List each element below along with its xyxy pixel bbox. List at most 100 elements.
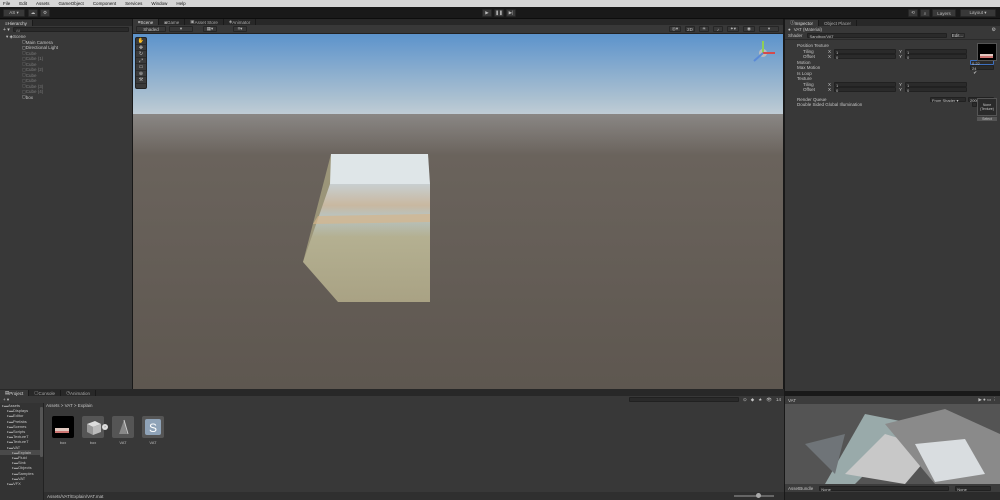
tab-scene-label: Scene: [140, 19, 154, 25]
hierarchy-item-label: Cube: [25, 78, 37, 84]
preview-controls-icon[interactable]: ▶ ● ▭ ⋮: [978, 397, 997, 403]
asset-thumb-box-texture[interactable]: [52, 416, 74, 438]
effects-icon[interactable]: ✦▾: [727, 26, 739, 32]
tab-object-placer-label: Object Placer: [824, 20, 852, 26]
project-toolbar: + ▾ ⊙ ◆ ★ 👁 14: [0, 396, 784, 403]
offset-x-input[interactable]: 0: [834, 54, 897, 60]
tab-animation[interactable]: ◷ Animation: [61, 390, 97, 396]
motion-label: Motion: [797, 59, 811, 65]
folder-item[interactable]: ▸▬ VFX: [0, 481, 43, 486]
settings-gear-icon[interactable]: ⚙: [992, 27, 996, 33]
menu-bar: File Edit Assets GameObject Component Se…: [0, 0, 1000, 7]
tab-animator-label: Animator: [232, 19, 251, 25]
menu-edit[interactable]: Edit: [19, 1, 27, 6]
menu-help[interactable]: Help: [176, 1, 185, 6]
asset-label-box-mesh: box: [89, 440, 97, 445]
hierarchy-toolbar: + ▾ All: [0, 26, 132, 33]
mode-2d-button[interactable]: 2D: [685, 26, 695, 32]
scene-viewport[interactable]: [133, 34, 783, 389]
cloud-icon[interactable]: ☁: [28, 9, 38, 17]
menu-file[interactable]: File: [3, 1, 10, 6]
project-breadcrumb: Assets > VAT > Explain: [46, 403, 93, 409]
hidden-packages-icon[interactable]: 👁: [766, 397, 772, 403]
play-button[interactable]: ▶: [482, 9, 492, 17]
filter-type-icon[interactable]: ⊙: [743, 397, 747, 403]
texture-thumbnail-icon: [55, 428, 69, 433]
scene-settings-icon[interactable]: ▦▾: [203, 26, 217, 32]
hidden-objects-icon[interactable]: ◉: [743, 26, 755, 32]
position-texture-slot[interactable]: [977, 43, 997, 61]
preview-header: VAT ▶ ● ▭ ⋮: [785, 396, 1000, 404]
custom-tool-icon[interactable]: ⚒: [136, 77, 146, 84]
menu-services[interactable]: Services: [125, 1, 142, 6]
offset2-x-input[interactable]: 0: [834, 87, 897, 93]
audio-icon[interactable]: ♪: [713, 26, 723, 32]
lighting-icon[interactable]: ☀: [699, 26, 709, 32]
project-create-icon[interactable]: + ▾: [3, 397, 9, 403]
search-icon[interactable]: ⌕: [920, 9, 930, 17]
history-icon[interactable]: ⟲: [908, 9, 918, 17]
is-loop-checkbox[interactable]: ✔: [973, 70, 977, 76]
scene-gizmo[interactable]: [748, 38, 778, 68]
filter-label-icon[interactable]: ◆: [751, 397, 754, 403]
asset-thumb-vat-material[interactable]: [112, 416, 134, 438]
collab-icon[interactable]: ⚙: [40, 9, 50, 17]
assetbundle-variant-dropdown[interactable]: None: [955, 485, 992, 492]
slider-thumb[interactable]: [756, 493, 761, 498]
assetbundle-dropdown[interactable]: None: [819, 485, 950, 492]
project-status-bar: Assets/VAT/Explain/VAT.mat: [44, 492, 784, 500]
offset2-y-label: Y: [899, 87, 903, 93]
hierarchy-item[interactable]: ◻ box: [0, 94, 132, 101]
tab-asset-store-label: Asset Store: [194, 19, 218, 25]
favorite-icon[interactable]: ★: [758, 397, 762, 403]
tiling-y-input[interactable]: 1: [905, 48, 968, 55]
texture-select-button[interactable]: Select: [977, 117, 997, 121]
expand-prefab-icon[interactable]: ›: [102, 424, 108, 430]
asset-thumb-vat-shader[interactable]: S: [142, 416, 164, 438]
asset-thumb-box-mesh[interactable]: [82, 416, 104, 438]
gizmos-dropdown[interactable]: ▾: [759, 26, 779, 32]
render-queue-mode: From Shader ▾: [932, 97, 959, 103]
tiling-x-input[interactable]: 1: [834, 48, 897, 55]
project-folder-tree: ▸▬ Assets ▸▬ Displays ▸▬ Editor ▸▬ Prefabs ▸…: [0, 403, 44, 500]
offset2-y-input[interactable]: 0: [905, 87, 968, 93]
offset-y-input[interactable]: 0: [905, 54, 968, 60]
tab-inspector-label: Inspector: [794, 20, 814, 26]
project-search-input[interactable]: [628, 397, 739, 402]
step-button[interactable]: ▶|: [506, 9, 516, 17]
render-queue-label: Render Queue: [797, 96, 827, 102]
tab-project[interactable]: ▤ Project: [0, 390, 30, 396]
tab-console[interactable]: ▢ Console: [29, 390, 62, 396]
grid-icon[interactable]: #▾: [233, 26, 247, 32]
preview-render[interactable]: [785, 404, 1000, 484]
edit-shader-button[interactable]: Edit...: [950, 32, 965, 38]
render-queue-dropdown[interactable]: From Shader ▾: [930, 96, 966, 103]
layout-dropdown[interactable]: Layout ▾: [960, 9, 996, 17]
menu-assets[interactable]: Assets: [36, 1, 50, 6]
account-dropdown[interactable]: AS ▾: [3, 9, 25, 17]
pause-button[interactable]: ❚❚: [494, 9, 504, 17]
tab-hierarchy[interactable]: ≡ Hierarchy: [0, 20, 33, 26]
tiling2-y-input[interactable]: 1: [905, 81, 968, 88]
draw-mode-dropdown[interactable]: ▾: [169, 26, 193, 32]
tiling2-x-input[interactable]: 1: [834, 81, 897, 88]
breadcrumb-path[interactable]: Assets > VAT > Explain: [46, 403, 93, 408]
folder-tree-scrollbar[interactable]: [40, 407, 43, 457]
material-properties: Position Texture Tiling X1 Y1 Offset X0 …: [785, 40, 1000, 160]
layers-dropdown[interactable]: Layers: [932, 9, 956, 17]
texture-slot[interactable]: None (Texture): [977, 98, 997, 116]
shader-dropdown[interactable]: Sandbox/VAT: [806, 32, 947, 39]
scene-icon: ▾ ◈: [6, 33, 13, 39]
tiling-y-label: Y: [899, 48, 903, 54]
thumbnail-size-slider[interactable]: [734, 493, 774, 498]
shading-mode-dropdown[interactable]: Shaded: [136, 26, 166, 32]
menu-window[interactable]: Window: [151, 1, 167, 6]
hierarchy-search-input[interactable]: All: [12, 27, 129, 33]
create-plus-icon[interactable]: + ▾: [3, 27, 10, 33]
preview-title: VAT: [788, 397, 797, 403]
hierarchy-search-placeholder: All: [15, 28, 21, 33]
menu-component[interactable]: Component: [93, 1, 116, 6]
account-label: AS ▾: [9, 10, 19, 15]
camera-dropdown[interactable]: ◎▾: [669, 26, 681, 32]
menu-gameobject[interactable]: GameObject: [59, 1, 84, 6]
